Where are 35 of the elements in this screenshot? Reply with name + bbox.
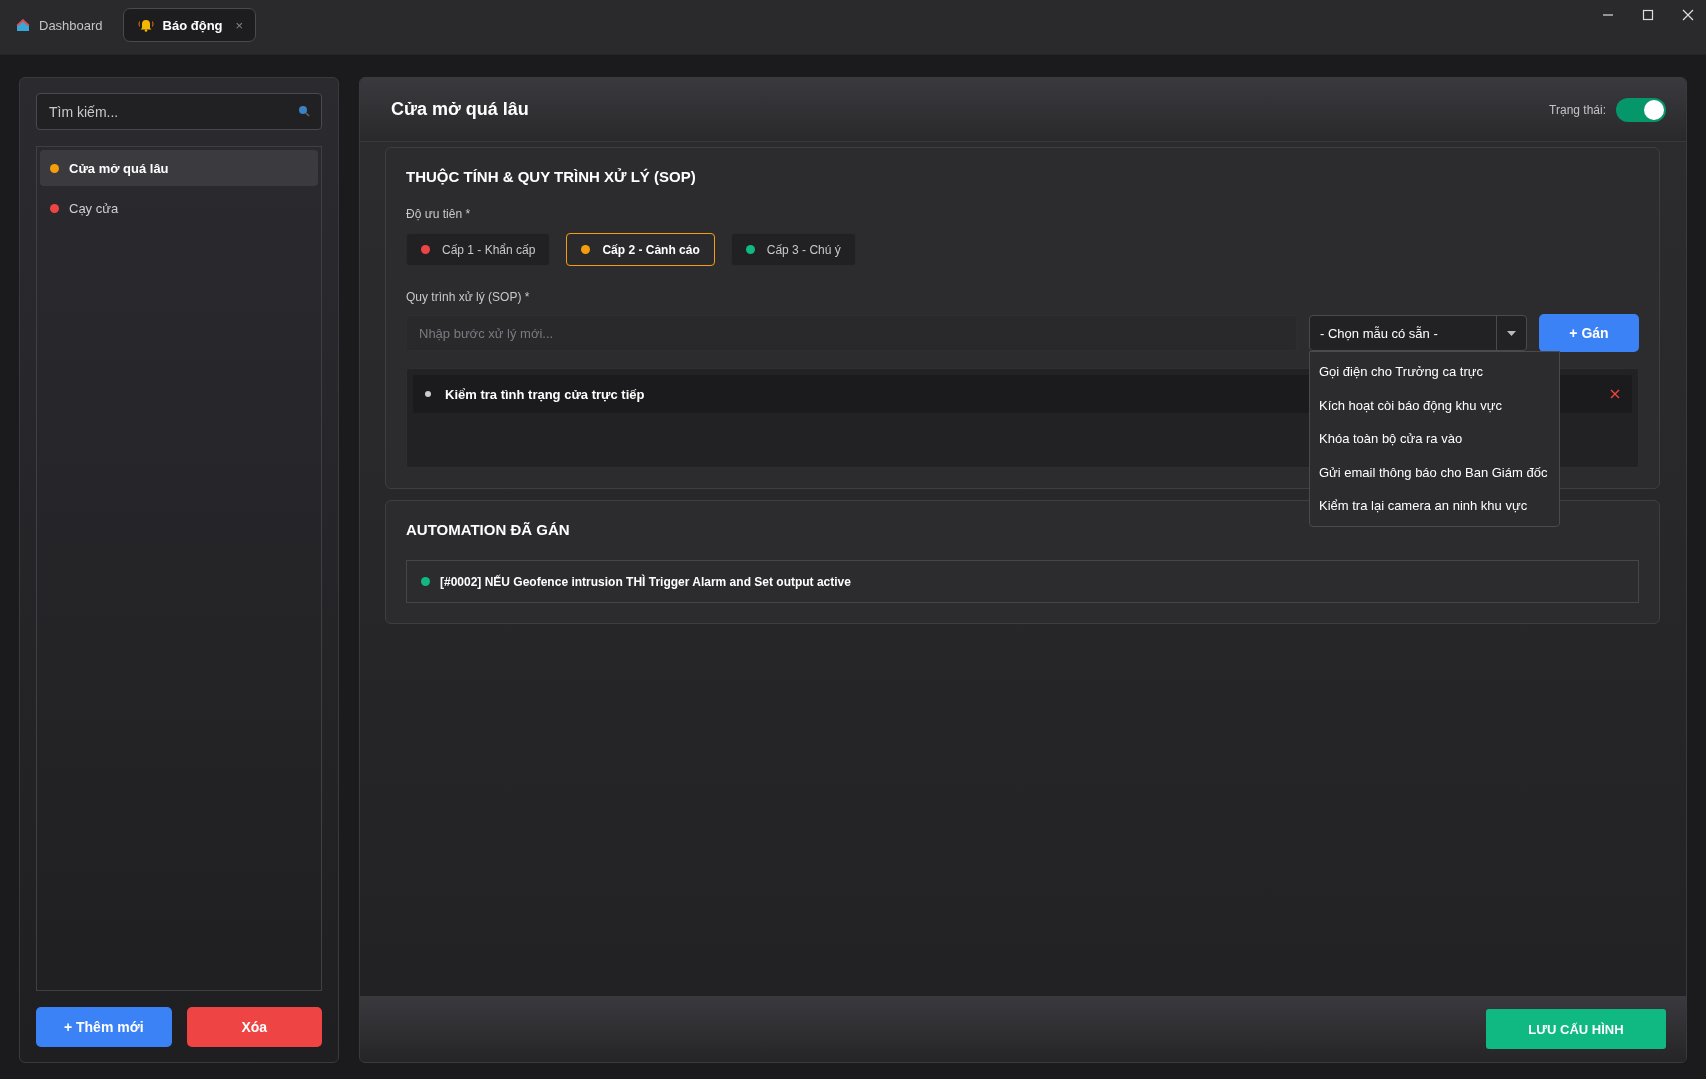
status-label: Trạng thái: — [1549, 102, 1606, 117]
search-field[interactable]: Tìm kiếm... — [36, 93, 322, 130]
priority-option[interactable]: Cấp 1 - Khẩn cấp — [406, 233, 551, 266]
priority-option[interactable]: Cấp 3 - Chú ý — [730, 233, 856, 266]
menu-item[interactable]: Kích hoạt còi báo động khu vực — [1310, 388, 1559, 422]
alarm-title: Cửa mở quá lâu — [391, 99, 529, 120]
window-tab[interactable]: Báo động × — [122, 8, 257, 42]
caret-icon — [1507, 330, 1516, 336]
card-title: THUỘC TÍNH & QUY TRÌNH XỬ LÝ (SOP) — [406, 168, 697, 185]
search-icon — [298, 105, 310, 117]
house-icon — [16, 18, 30, 32]
delete-button[interactable]: Xóa — [186, 1007, 322, 1047]
card-title: AUTOMATION ĐÃ GÁN — [406, 521, 571, 538]
maximize-icon[interactable] — [1642, 9, 1654, 21]
bullet-icon — [425, 391, 431, 397]
sop-label: Quy trình xử lý (SOP) * — [406, 290, 531, 304]
menu-item[interactable]: Khóa toàn bộ cửa ra vào — [1310, 422, 1559, 456]
automation-text: [#0002] NẾU Geofence intrusion THÌ Trigger Alarm and Set output active — [440, 574, 851, 589]
alarm-list-item[interactable]: Cạy cửa — [40, 190, 318, 226]
priority-option[interactable]: Cấp 2 - Cảnh cáo — [566, 233, 715, 266]
step-text: Kiểm tra tình trạng cửa trực tiếp — [445, 386, 646, 402]
priority-label: Độ ưu tiên * — [406, 207, 472, 221]
menu-item[interactable]: Kiểm tra lại camera an ninh khu vực — [1310, 489, 1559, 523]
tab-close-button[interactable]: × — [235, 17, 244, 33]
template-select[interactable]: - Chọn mẫu có sẵn - — [1309, 315, 1527, 351]
assign-button[interactable]: + Gán — [1539, 314, 1639, 352]
alarm-list-item[interactable]: Cửa mở quá lâu — [40, 150, 318, 186]
add-button[interactable]: + Thêm mới — [36, 1007, 172, 1047]
menu-item[interactable]: Gọi điện cho Trưởng ca trực — [1310, 355, 1559, 389]
close-icon[interactable] — [1682, 9, 1694, 21]
window-tab[interactable]: Dashboard — [10, 8, 117, 42]
bell-icon — [137, 18, 154, 32]
status-toggle[interactable] — [1616, 97, 1666, 122]
menu-item[interactable]: Gửi email thông báo cho Ban Giám đốc — [1310, 455, 1559, 489]
delete-icon[interactable] — [1610, 389, 1620, 399]
